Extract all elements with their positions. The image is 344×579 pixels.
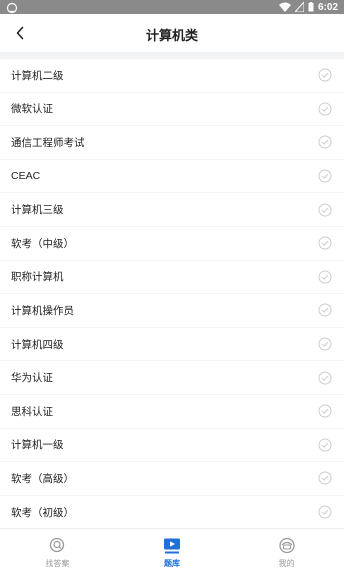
list-item[interactable]: 软考（高级） <box>0 462 344 496</box>
wifi-icon <box>278 2 291 12</box>
list-item-label: 计算机二级 <box>11 69 64 82</box>
category-list: 计算机二级微软认证通信工程师考试 CEAC 计算机三级软考（中级） 职称计算机计算机操… <box>0 59 344 525</box>
list-item[interactable]: 思科认证 <box>0 395 344 429</box>
list-item-label: 职称计算机 <box>11 271 64 284</box>
chevron-left-icon <box>16 26 24 40</box>
list-item[interactable]: 计算机操作员 <box>0 294 344 328</box>
play-flag-icon <box>164 538 180 554</box>
list-item[interactable]: CEAC <box>0 160 344 194</box>
profile-icon <box>279 537 295 554</box>
back-button[interactable] <box>10 23 30 43</box>
check-circle-icon <box>318 471 332 485</box>
check-circle-icon <box>318 337 332 351</box>
check-circle-icon <box>318 270 332 284</box>
check-circle-icon <box>318 203 332 217</box>
tab-find-answers[interactable]: 找答案 <box>0 529 115 579</box>
check-circle-icon <box>318 68 332 82</box>
check-circle-icon <box>318 303 332 317</box>
battery-icon <box>308 2 314 12</box>
status-bar: 6:02 <box>0 0 344 14</box>
check-circle-icon <box>318 236 332 250</box>
list-item-label: 软考（高级） <box>11 472 74 485</box>
list-item[interactable]: 计算机一级 <box>0 429 344 463</box>
header: 计算机类 <box>0 14 344 52</box>
check-circle-icon <box>318 135 332 149</box>
list-item[interactable]: 软考（初级） <box>0 496 344 525</box>
list-item[interactable]: 微软认证 <box>0 93 344 127</box>
list-item[interactable]: 计算机二级 <box>0 59 344 93</box>
cloud-icon <box>5 1 19 14</box>
check-circle-icon <box>318 102 332 116</box>
check-circle-icon <box>318 404 332 418</box>
list-item-label: 计算机操作员 <box>11 304 74 317</box>
list-item-label: 计算机一级 <box>11 439 64 452</box>
list-item-label: 计算机四级 <box>11 338 64 351</box>
tab-question-bank[interactable]: 题库 <box>115 529 230 579</box>
header-divider <box>0 52 344 59</box>
tab-label: 我的 <box>278 559 295 568</box>
tab-label: 找答案 <box>45 559 70 568</box>
list-item-label: CEAC <box>11 170 41 183</box>
page-title: 计算机类 <box>145 28 198 43</box>
list-item[interactable]: 软考（中级） <box>0 227 344 261</box>
check-circle-icon <box>318 438 332 452</box>
list-item-label: 计算机三级 <box>11 204 64 217</box>
search-icon <box>50 537 65 553</box>
list-item-label: 华为认证 <box>11 372 53 385</box>
list-item[interactable]: 华为认证 <box>0 361 344 395</box>
tab-profile[interactable]: 我的 <box>229 529 344 579</box>
list-item[interactable]: 职称计算机 <box>0 261 344 295</box>
check-circle-icon <box>318 371 332 385</box>
tab-label: 题库 <box>164 559 180 568</box>
check-circle-icon <box>318 169 332 183</box>
check-circle-icon <box>318 505 332 519</box>
bottom-tab-bar: 找答案 题库 我的 <box>0 528 344 579</box>
list-item-label: 软考（初级） <box>11 506 74 519</box>
list-item-label: 思科认证 <box>11 405 53 418</box>
status-time: 6:02 <box>317 1 338 13</box>
list-item-label: 通信工程师考试 <box>11 136 85 149</box>
list-item[interactable]: 计算机三级 <box>0 193 344 227</box>
list-item[interactable]: 计算机四级 <box>0 328 344 362</box>
list-item-label: 软考（中级） <box>11 237 74 250</box>
list-item[interactable]: 通信工程师考试 <box>0 126 344 160</box>
list-item-label: 微软认证 <box>11 103 53 116</box>
signal-icon <box>294 2 304 12</box>
